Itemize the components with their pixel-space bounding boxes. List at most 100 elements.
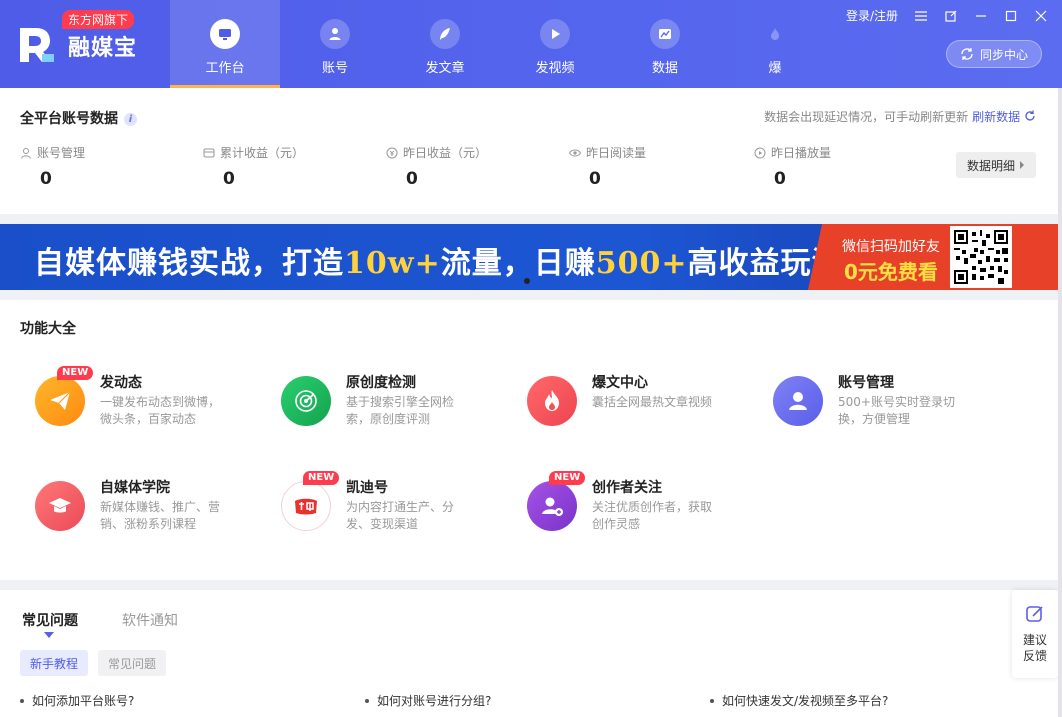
skin-button[interactable] <box>944 9 958 23</box>
feature-title: 自媒体学院 <box>100 480 170 496</box>
tab-faq[interactable]: 常见问题 <box>22 610 78 630</box>
bullet <box>710 698 714 703</box>
tab-notifications[interactable]: 软件通知 <box>122 610 178 630</box>
faq-item[interactable]: 如何快速发文/发视频至多平台? <box>710 692 888 709</box>
feature-title: 原创度检测 <box>346 375 416 391</box>
refresh-data-link[interactable]: 刷新数据 <box>972 110 1020 124</box>
stats-note: 数据会出现延迟情况，可手动刷新更新 刷新数据 <box>764 108 1036 125</box>
caret-right-icon <box>1020 161 1024 169</box>
faq-item[interactable]: 如何添加平台账号? <box>20 692 134 709</box>
vertical-scrollbar[interactable] <box>1058 88 1062 717</box>
feature-icon <box>35 376 85 426</box>
feature-icon <box>773 376 823 426</box>
carousel-indicator[interactable] <box>524 278 530 284</box>
feature-desc: 一键发布动态到微博，微头条，百家动态 <box>100 395 221 426</box>
monitor-icon <box>219 29 231 40</box>
features-panel: 功能大全 NEW 发动态 一键发布动态到微博，微头条，百家动态 原创度检测 基于… <box>0 300 1058 580</box>
feature-hot-articles[interactable]: 爆文中心 囊括全网最热文章视频 <box>527 375 757 446</box>
maximize-button[interactable] <box>1004 9 1018 23</box>
stat-value: 0 <box>40 169 52 189</box>
coin-icon <box>386 147 398 158</box>
banner-cta: 微信扫码加好友 0元免费看 <box>808 224 1058 290</box>
chart-icon <box>659 29 671 39</box>
faq-item[interactable]: 如何对账号进行分组? <box>365 692 491 709</box>
feature-desc: 囊括全网最热文章视频 <box>592 395 713 409</box>
data-detail-button[interactable]: 数据明细 <box>956 152 1036 178</box>
feature-media-academy[interactable]: 自媒体学院 新媒体赚钱、推广、营销、涨粉系列课程 <box>35 480 265 551</box>
feature-title: 爆文中心 <box>592 375 648 391</box>
stat-label: 账号管理 <box>37 146 86 160</box>
close-icon <box>1035 10 1047 21</box>
banner-text-2: 流量，日赚 <box>440 246 596 281</box>
stats-title-text: 全平台账号数据 <box>20 111 118 127</box>
feature-originality-check[interactable]: 原创度检测 基于搜索引擎全网检索，原创度评测 <box>281 375 511 446</box>
eye-icon <box>569 149 581 156</box>
play-circle-icon <box>754 147 766 158</box>
feature-account-manage[interactable]: 账号管理 500+账号实时登录切换，方便管理 <box>773 375 1003 446</box>
feedback-edit-icon <box>1026 606 1043 622</box>
feature-creator-follow[interactable]: NEW 创作者关注 关注优质创作者，获取创作灵感 <box>527 471 757 551</box>
stat-label: 昨日阅读量 <box>586 146 647 160</box>
banner-highlight-2: 500+ <box>595 246 688 281</box>
close-button[interactable] <box>1034 9 1048 23</box>
stat-value: 0 <box>223 169 235 189</box>
main-nav: 工作台 账号 发文章 发视频 数据 爆 <box>170 0 830 88</box>
new-badge: NEW <box>303 471 340 485</box>
nav-data[interactable]: 数据 <box>610 0 720 88</box>
maximize-icon <box>1005 10 1017 21</box>
nav-label: 账号 <box>321 61 348 76</box>
nav-label: 工作台 <box>205 61 245 76</box>
paper-plane-icon <box>50 391 71 410</box>
subtab-beginner-tutorial[interactable]: 新手教程 <box>20 650 89 676</box>
stat-value: 0 <box>406 169 418 189</box>
feature-kaidi[interactable]: NEW 凯迪号 为内容打通生产、分发、变现渠道 <box>281 471 511 551</box>
feature-icon <box>527 481 577 531</box>
feature-icon <box>281 376 331 426</box>
minimize-icon <box>976 14 986 17</box>
stats-title: 全平台账号数据 i <box>20 108 137 128</box>
feature-post-dynamic[interactable]: NEW 发动态 一键发布动态到微博，微头条，百家动态 <box>35 366 265 446</box>
feature-icon <box>35 481 85 531</box>
subtab-common-questions[interactable]: 常见问题 <box>98 650 167 676</box>
banner-headline: 自媒体赚钱实战，打造10w+流量，日赚500+高收益玩法 <box>34 238 842 282</box>
stats-note-text: 数据会出现延迟情况，可手动刷新更新 <box>764 110 969 124</box>
nav-workbench[interactable]: 工作台 <box>170 0 280 88</box>
feature-desc: 500+账号实时登录切换，方便管理 <box>838 395 955 426</box>
refresh-icon[interactable] <box>1024 110 1036 122</box>
feedback-line2: 反馈 <box>1022 649 1047 663</box>
feedback-line1: 建议 <box>1022 633 1047 647</box>
stat-label: 累计收益（元） <box>220 146 305 160</box>
sync-center-button[interactable]: 同步中心 <box>946 40 1042 68</box>
faq-panel: 常见问题 软件通知 新手教程 常见问题 如何添加平台账号? 如何对账号进行分组?… <box>0 590 1058 717</box>
nav-post-video[interactable]: 发视频 <box>500 0 610 88</box>
user-icon <box>329 28 341 40</box>
nav-hot[interactable]: 爆 <box>720 0 830 88</box>
nav-label: 数据 <box>651 61 678 76</box>
new-badge: NEW <box>57 366 94 380</box>
feature-icon <box>281 481 331 531</box>
faq-item-text: 如何添加平台账号? <box>32 694 135 708</box>
app-logo-icon <box>20 28 54 62</box>
feedback-button[interactable]: 建议 反馈 <box>1012 590 1058 678</box>
nav-post-article[interactable]: 发文章 <box>390 0 500 88</box>
menu-button[interactable] <box>914 9 928 23</box>
info-icon[interactable]: i <box>124 113 137 126</box>
qr-code-icon <box>954 230 1008 284</box>
nav-account[interactable]: 账号 <box>280 0 390 88</box>
flame-icon <box>545 390 559 411</box>
banner-highlight-1: 10w+ <box>344 246 441 281</box>
sync-label: 同步中心 <box>979 47 1028 62</box>
new-badge: NEW <box>549 471 586 485</box>
data-detail-label: 数据明细 <box>966 158 1015 173</box>
stat-yesterday-income: 昨日收益（元） 0 <box>386 144 487 189</box>
feedback-label: 建议 反馈 <box>1012 632 1058 664</box>
fire-icon <box>771 28 779 40</box>
minimize-button[interactable] <box>974 9 988 23</box>
login-link[interactable]: 登录/注册 <box>846 7 898 24</box>
radar-icon <box>295 390 317 412</box>
play-icon <box>552 29 560 39</box>
bullet <box>365 698 369 703</box>
brand-badge: 东方网旗下 <box>62 10 135 29</box>
stat-total-income: 累计收益（元） 0 <box>203 144 304 189</box>
account-stats-panel: 全平台账号数据 i 数据会出现延迟情况，可手动刷新更新 刷新数据 账号管理 0 累计… <box>0 88 1058 214</box>
